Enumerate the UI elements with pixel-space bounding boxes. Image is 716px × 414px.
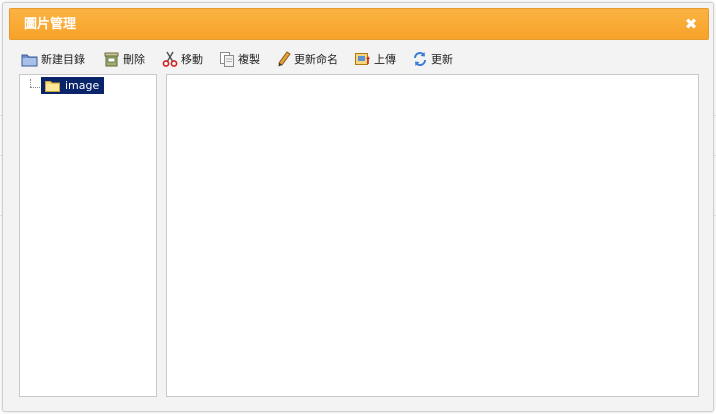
- scissors-icon: [162, 51, 181, 67]
- folder-icon: [21, 52, 41, 67]
- copy-icon: [219, 51, 238, 67]
- file-list-panel[interactable]: [166, 74, 699, 397]
- copy-label: 複製: [238, 53, 260, 66]
- move-button[interactable]: 移動: [162, 49, 203, 69]
- copy-button[interactable]: 複製: [219, 49, 260, 69]
- upload-icon: [354, 51, 374, 67]
- close-icon[interactable]: ✖: [683, 16, 699, 32]
- trash-icon: [103, 51, 123, 67]
- tree-connector: [30, 87, 40, 88]
- delete-button[interactable]: 刪除: [103, 49, 145, 69]
- new-folder-button[interactable]: 新建目錄: [21, 49, 85, 69]
- tree-connector: [30, 79, 31, 87]
- tree-node-image[interactable]: image: [41, 77, 105, 94]
- refresh-icon: [412, 51, 431, 67]
- tree-node-label: image: [65, 79, 100, 92]
- image-manager-dialog: 圖片管理 ✖ 新建目錄 刪除 移動 複製 更新命名 上傳 更新 image: [2, 2, 714, 412]
- toolbar: 新建目錄 刪除 移動 複製 更新命名 上傳 更新: [21, 49, 701, 69]
- delete-label: 刪除: [123, 53, 145, 66]
- folder-tree-panel: image: [19, 74, 157, 397]
- dialog-title: 圖片管理: [24, 17, 77, 32]
- pencil-icon: [277, 51, 294, 67]
- rename-label: 更新命名: [294, 53, 338, 66]
- new-folder-label: 新建目錄: [41, 53, 85, 66]
- move-label: 移動: [181, 53, 203, 66]
- folder-icon: [45, 80, 65, 92]
- refresh-label: 更新: [431, 53, 453, 66]
- upload-button[interactable]: 上傳: [354, 49, 396, 69]
- rename-button[interactable]: 更新命名: [277, 49, 338, 69]
- dialog-titlebar[interactable]: 圖片管理 ✖: [9, 8, 709, 40]
- refresh-button[interactable]: 更新: [412, 49, 453, 69]
- upload-label: 上傳: [374, 53, 396, 66]
